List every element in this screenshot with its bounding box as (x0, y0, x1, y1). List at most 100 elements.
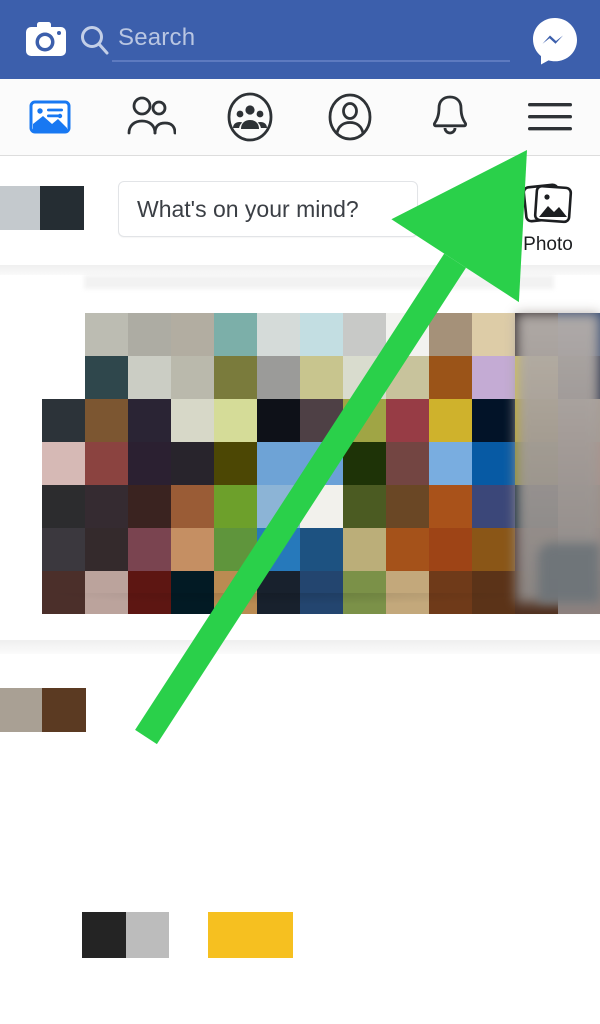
censored-pixel (343, 313, 386, 356)
censored-pixel (42, 399, 85, 442)
status-composer: What's on your mind? Photo (0, 157, 600, 265)
censored-pixel (386, 442, 429, 485)
censored-pixel (128, 356, 171, 399)
status-input[interactable]: What's on your mind? (118, 181, 418, 237)
avatar[interactable] (0, 186, 84, 230)
groups-icon (227, 92, 273, 142)
censored-pixel (343, 399, 386, 442)
censored-pixel (257, 356, 300, 399)
sidebar-item-menu[interactable] (513, 87, 587, 147)
camera-icon[interactable] (22, 16, 70, 64)
censored-pixel (472, 313, 515, 356)
censored-pixel (429, 485, 472, 528)
sidebar-item-notifications[interactable] (413, 87, 487, 147)
status-input-placeholder: What's on your mind? (137, 195, 359, 222)
censored-pixel (42, 485, 85, 528)
censored-pixel (171, 442, 214, 485)
censored-pixel (343, 442, 386, 485)
sidebar-item-news-feed[interactable] (13, 87, 87, 147)
photo-icon (522, 183, 573, 224)
censored-pixel (214, 399, 257, 442)
censored-pixel (85, 356, 128, 399)
feed-post-2[interactable] (0, 654, 600, 1024)
censored-pixel (343, 528, 386, 571)
censored-pixel (42, 528, 85, 571)
censored-pixel (300, 313, 343, 356)
censored-pixel (386, 399, 429, 442)
censored-pixel (85, 442, 128, 485)
post-side-blur-secondary (538, 543, 600, 603)
feed-divider (0, 640, 600, 654)
censored-pixel (472, 399, 515, 442)
main-navigation-tabs (0, 79, 600, 156)
censored-pixel (386, 528, 429, 571)
censored-pixel (429, 528, 472, 571)
censored-pixel (300, 485, 343, 528)
search-icon (78, 23, 112, 57)
censored-pixel (257, 399, 300, 442)
search-bar[interactable]: Search (78, 12, 520, 68)
censored-pixel (429, 399, 472, 442)
censored-pixel (257, 313, 300, 356)
censored-pixel (171, 313, 214, 356)
censored-pixel (300, 528, 343, 571)
censored-pixel (429, 442, 472, 485)
censored-pixel (128, 313, 171, 356)
censored-pixel (85, 485, 128, 528)
thumbnail-blur-left (0, 688, 42, 732)
censored-pixel (171, 485, 214, 528)
censored-pixel (171, 356, 214, 399)
censored-pixel (343, 356, 386, 399)
friends-icon (127, 96, 176, 135)
censored-pixel (257, 528, 300, 571)
censored-pixel (214, 528, 257, 571)
censored-pixel (85, 313, 128, 356)
sidebar-item-groups[interactable] (213, 87, 287, 147)
grey-swatch (126, 912, 169, 958)
post-shadow (42, 593, 542, 605)
censored-pixel (472, 485, 515, 528)
avatar-blur-left (0, 186, 40, 230)
censored-pixel (300, 356, 343, 399)
censored-pixel (300, 399, 343, 442)
censored-pixel (128, 485, 171, 528)
censored-color-swatches (0, 912, 600, 962)
censored-pixel (300, 442, 343, 485)
profile-icon (328, 93, 372, 141)
censored-pixel (472, 356, 515, 399)
censored-pixel (214, 356, 257, 399)
top-app-bar: Search (0, 0, 600, 79)
feed-post-1[interactable] (0, 275, 600, 635)
sidebar-item-friends[interactable] (113, 87, 187, 147)
search-placeholder: Search (118, 23, 196, 51)
sidebar-item-profile[interactable] (313, 87, 387, 147)
hamburger-menu-icon (528, 103, 572, 131)
messenger-icon[interactable] (530, 15, 580, 65)
censored-pixel (128, 528, 171, 571)
censored-pixel (214, 313, 257, 356)
censored-pixel (429, 313, 472, 356)
dark-swatch (82, 912, 126, 958)
censored-pixel (386, 485, 429, 528)
censored-pixel (386, 356, 429, 399)
photo-button[interactable]: Photo (505, 179, 591, 256)
bell-icon (432, 95, 468, 135)
censored-pixel (472, 528, 515, 571)
censored-pixel (171, 399, 214, 442)
censored-pixel (85, 399, 128, 442)
censored-pixel (472, 442, 515, 485)
censored-photo[interactable] (0, 275, 600, 614)
facebook-app-screen: Search What's on your mind? Photo (0, 0, 600, 1024)
avatar-image (40, 186, 84, 230)
censored-pixel (429, 356, 472, 399)
censored-pixel (343, 485, 386, 528)
censored-pixel (171, 528, 214, 571)
censored-pixel (42, 442, 85, 485)
censored-pixel (128, 399, 171, 442)
censored-pixel (128, 442, 171, 485)
censored-pixel (257, 485, 300, 528)
post-thumbnail[interactable] (0, 688, 86, 732)
censored-pixel (386, 313, 429, 356)
censored-pixel (85, 528, 128, 571)
news-feed-icon (29, 100, 71, 134)
